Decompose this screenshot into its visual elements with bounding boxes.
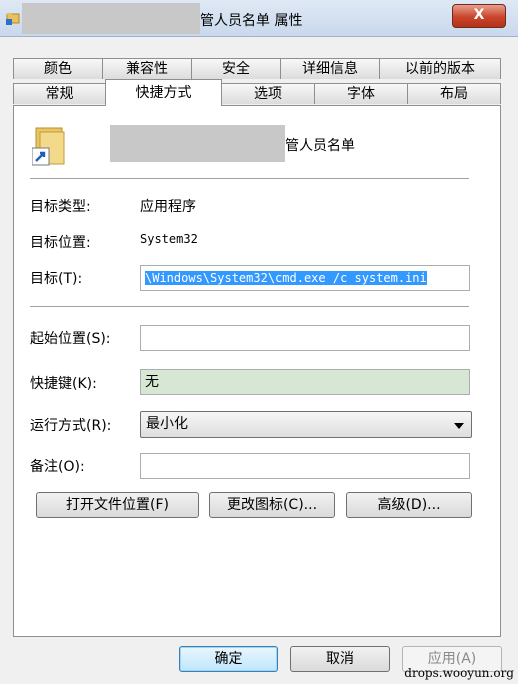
target-input-text: \Windows\System32\cmd.exe /c system.ini: [145, 271, 427, 285]
change-icon-button[interactable]: 更改图标(C)...: [209, 492, 335, 518]
window-title: 管人员名单 属性: [200, 13, 303, 29]
open-file-location-button[interactable]: 打开文件位置(F): [36, 492, 199, 518]
tab-shortcut[interactable]: 快捷方式: [105, 79, 222, 106]
target-location-value: System32: [140, 232, 198, 246]
comment-input[interactable]: [140, 453, 470, 479]
target-label: 目标(T):: [30, 271, 83, 287]
target-type-value: 应用程序: [140, 199, 196, 215]
run-label: 运行方式(R):: [30, 418, 112, 434]
advanced-button[interactable]: 高级(D)...: [346, 492, 472, 518]
run-select[interactable]: 最小化: [140, 411, 472, 438]
target-location-label: 目标位置:: [30, 235, 91, 251]
tab-colors[interactable]: 颜色: [13, 58, 103, 79]
run-select-value: 最小化: [146, 416, 188, 432]
watermark: drops.wooyun.org: [404, 666, 514, 680]
target-type-label: 目标类型:: [30, 199, 91, 215]
tab-security[interactable]: 安全: [191, 58, 281, 79]
tab-layout[interactable]: 布局: [407, 83, 501, 104]
start-in-label: 起始位置(S):: [30, 331, 111, 347]
tab-font[interactable]: 字体: [314, 83, 408, 104]
tab-compatibility[interactable]: 兼容性: [102, 58, 192, 79]
properties-window: 管人员名单 属性 X 颜色 兼容性 安全 详细信息 以前的版本 常规 快捷方式 …: [0, 0, 518, 684]
hotkey-input[interactable]: 无: [140, 369, 470, 395]
shortcut-folder-icon: [6, 13, 20, 25]
title-bar[interactable]: 管人员名单 属性 X: [0, 0, 518, 37]
start-in-input[interactable]: [140, 325, 470, 351]
tab-details[interactable]: 详细信息: [280, 58, 380, 79]
chevron-down-icon: [454, 423, 464, 429]
comment-label: 备注(O):: [30, 459, 85, 475]
redacted-title-area: [22, 3, 200, 34]
separator: [30, 178, 469, 180]
shortcut-folder-icon-large: [32, 127, 65, 166]
tab-options[interactable]: 选项: [221, 83, 315, 104]
tab-previous-versions[interactable]: 以前的版本: [379, 58, 501, 79]
tab-general[interactable]: 常规: [13, 83, 106, 104]
close-button[interactable]: X: [452, 4, 506, 28]
cancel-button[interactable]: 取消: [290, 646, 390, 672]
target-input[interactable]: \Windows\System32\cmd.exe /c system.ini: [140, 265, 470, 291]
ok-button[interactable]: 确定: [179, 646, 278, 672]
redacted-name-area: [110, 125, 285, 162]
separator: [30, 306, 469, 308]
hotkey-label: 快捷键(K):: [30, 376, 97, 392]
shortcut-name: 管人员名单: [285, 138, 355, 154]
